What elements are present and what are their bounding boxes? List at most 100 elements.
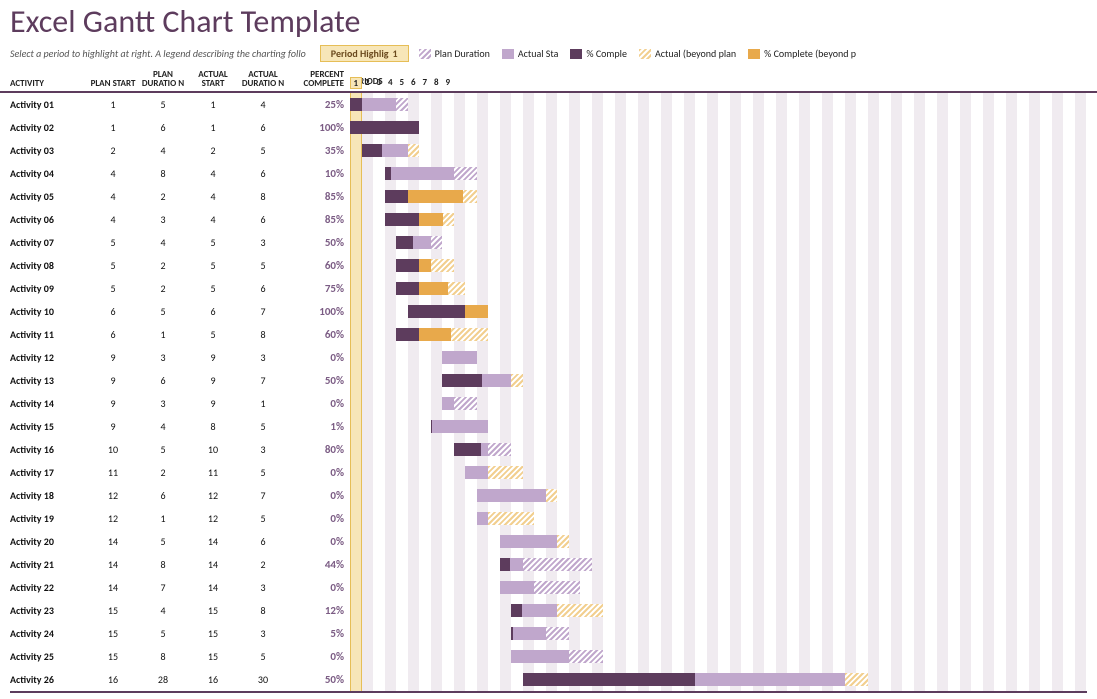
percent-complete-cell[interactable]: 35%: [288, 144, 350, 157]
plan-duration-cell[interactable]: 2: [138, 466, 188, 479]
actual-duration-cell[interactable]: 6: [238, 213, 288, 226]
actual-duration-cell[interactable]: 6: [238, 282, 288, 295]
actual-start-cell[interactable]: 15: [188, 650, 238, 663]
actual-duration-cell[interactable]: 7: [238, 374, 288, 387]
plan-start-cell[interactable]: 4: [88, 213, 138, 226]
plan-duration-cell[interactable]: 2: [138, 190, 188, 203]
actual-start-cell[interactable]: 5: [188, 259, 238, 272]
plan-start-cell[interactable]: 9: [88, 420, 138, 433]
actual-start-cell[interactable]: 1: [188, 121, 238, 134]
plan-start-cell[interactable]: 15: [88, 650, 138, 663]
percent-complete-cell[interactable]: 85%: [288, 213, 350, 226]
actual-duration-cell[interactable]: 6: [238, 121, 288, 134]
actual-start-cell[interactable]: 5: [188, 236, 238, 249]
actual-duration-cell[interactable]: 3: [238, 581, 288, 594]
plan-start-cell[interactable]: 10: [88, 443, 138, 456]
plan-start-cell[interactable]: 9: [88, 374, 138, 387]
plan-start-cell[interactable]: 5: [88, 259, 138, 272]
actual-start-cell[interactable]: 4: [188, 167, 238, 180]
actual-duration-cell[interactable]: 7: [238, 489, 288, 502]
plan-duration-cell[interactable]: 4: [138, 144, 188, 157]
actual-duration-cell[interactable]: 2: [238, 558, 288, 571]
plan-duration-cell[interactable]: 5: [138, 443, 188, 456]
percent-complete-cell[interactable]: 75%: [288, 282, 350, 295]
plan-duration-cell[interactable]: 8: [138, 650, 188, 663]
plan-duration-cell[interactable]: 4: [138, 420, 188, 433]
actual-duration-cell[interactable]: 5: [238, 512, 288, 525]
actual-start-cell[interactable]: 5: [188, 328, 238, 341]
actual-start-cell[interactable]: 14: [188, 558, 238, 571]
actual-duration-cell[interactable]: 6: [238, 167, 288, 180]
actual-start-cell[interactable]: 9: [188, 374, 238, 387]
actual-duration-cell[interactable]: 5: [238, 466, 288, 479]
percent-complete-cell[interactable]: 0%: [288, 581, 350, 594]
percent-complete-cell[interactable]: 60%: [288, 259, 350, 272]
percent-complete-cell[interactable]: 0%: [288, 489, 350, 502]
plan-duration-cell[interactable]: 5: [138, 305, 188, 318]
actual-start-cell[interactable]: 6: [188, 305, 238, 318]
percent-complete-cell[interactable]: 50%: [288, 374, 350, 387]
plan-duration-cell[interactable]: 6: [138, 489, 188, 502]
actual-start-cell[interactable]: 12: [188, 489, 238, 502]
plan-start-cell[interactable]: 1: [88, 121, 138, 134]
plan-duration-cell[interactable]: 2: [138, 282, 188, 295]
actual-duration-cell[interactable]: 7: [238, 305, 288, 318]
percent-complete-cell[interactable]: 25%: [288, 98, 350, 111]
percent-complete-cell[interactable]: 10%: [288, 167, 350, 180]
plan-start-cell[interactable]: 2: [88, 144, 138, 157]
actual-start-cell[interactable]: 16: [188, 673, 238, 686]
actual-start-cell[interactable]: 14: [188, 581, 238, 594]
plan-duration-cell[interactable]: 3: [138, 397, 188, 410]
actual-duration-cell[interactable]: 30: [238, 673, 288, 686]
actual-start-cell[interactable]: 10: [188, 443, 238, 456]
percent-complete-cell[interactable]: 85%: [288, 190, 350, 203]
actual-duration-cell[interactable]: 5: [238, 650, 288, 663]
percent-complete-cell[interactable]: 50%: [288, 236, 350, 249]
percent-complete-cell[interactable]: 0%: [288, 512, 350, 525]
actual-duration-cell[interactable]: 5: [238, 144, 288, 157]
percent-complete-cell[interactable]: 5%: [288, 627, 350, 640]
plan-duration-cell[interactable]: 6: [138, 121, 188, 134]
actual-start-cell[interactable]: 8: [188, 420, 238, 433]
actual-duration-cell[interactable]: 6: [238, 535, 288, 548]
plan-start-cell[interactable]: 14: [88, 581, 138, 594]
actual-duration-cell[interactable]: 4: [238, 98, 288, 111]
plan-duration-cell[interactable]: 5: [138, 627, 188, 640]
plan-duration-cell[interactable]: 4: [138, 236, 188, 249]
percent-complete-cell[interactable]: 50%: [288, 673, 350, 686]
plan-start-cell[interactable]: 5: [88, 236, 138, 249]
actual-start-cell[interactable]: 14: [188, 535, 238, 548]
actual-duration-cell[interactable]: 1: [238, 397, 288, 410]
actual-duration-cell[interactable]: 8: [238, 190, 288, 203]
actual-start-cell[interactable]: 15: [188, 604, 238, 617]
plan-duration-cell[interactable]: 8: [138, 558, 188, 571]
actual-start-cell[interactable]: 9: [188, 351, 238, 364]
percent-complete-cell[interactable]: 100%: [288, 121, 350, 134]
percent-complete-cell[interactable]: 0%: [288, 650, 350, 663]
actual-duration-cell[interactable]: 8: [238, 328, 288, 341]
period-highlight-chip[interactable]: Period Highlig 1: [320, 45, 409, 62]
actual-duration-cell[interactable]: 3: [238, 351, 288, 364]
actual-start-cell[interactable]: 5: [188, 282, 238, 295]
plan-duration-cell[interactable]: 1: [138, 512, 188, 525]
plan-start-cell[interactable]: 11: [88, 466, 138, 479]
actual-start-cell[interactable]: 15: [188, 627, 238, 640]
plan-start-cell[interactable]: 1: [88, 98, 138, 111]
percent-complete-cell[interactable]: 80%: [288, 443, 350, 456]
percent-complete-cell[interactable]: 60%: [288, 328, 350, 341]
actual-duration-cell[interactable]: 5: [238, 259, 288, 272]
plan-start-cell[interactable]: 4: [88, 190, 138, 203]
actual-start-cell[interactable]: 11: [188, 466, 238, 479]
plan-duration-cell[interactable]: 4: [138, 604, 188, 617]
plan-start-cell[interactable]: 9: [88, 351, 138, 364]
actual-start-cell[interactable]: 1: [188, 98, 238, 111]
actual-duration-cell[interactable]: 8: [238, 604, 288, 617]
percent-complete-cell[interactable]: 100%: [288, 305, 350, 318]
plan-start-cell[interactable]: 6: [88, 305, 138, 318]
plan-start-cell[interactable]: 5: [88, 282, 138, 295]
plan-start-cell[interactable]: 15: [88, 627, 138, 640]
percent-complete-cell[interactable]: 12%: [288, 604, 350, 617]
plan-start-cell[interactable]: 12: [88, 512, 138, 525]
plan-duration-cell[interactable]: 5: [138, 98, 188, 111]
actual-duration-cell[interactable]: 5: [238, 420, 288, 433]
